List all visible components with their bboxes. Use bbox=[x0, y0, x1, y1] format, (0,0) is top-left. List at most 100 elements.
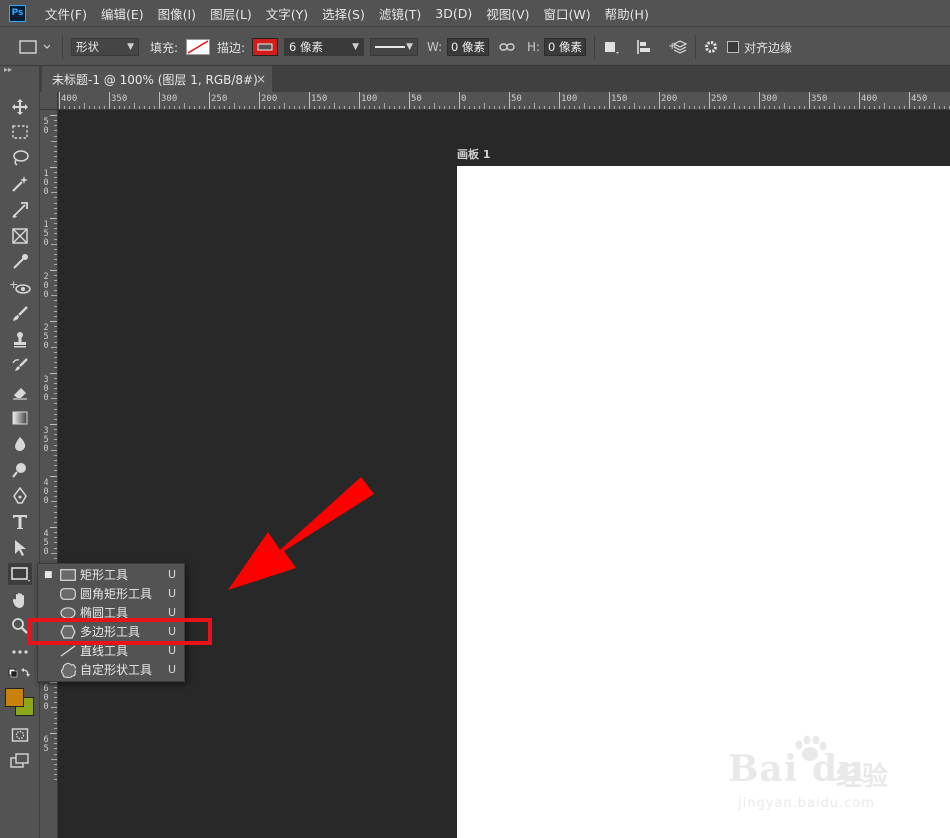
menu-help[interactable]: 帮助(H) bbox=[598, 4, 656, 23]
quick-mask-button[interactable] bbox=[8, 724, 32, 746]
history-brush-tool[interactable] bbox=[8, 355, 32, 377]
ruler-tick bbox=[359, 92, 360, 109]
chevron-down-icon: ▼ bbox=[352, 42, 359, 52]
path-operations-button[interactable] bbox=[604, 27, 620, 67]
ruler-label: 65 bbox=[43, 735, 49, 754]
width-input[interactable]: 0 像素 bbox=[447, 38, 489, 56]
menu-type[interactable]: 文字(Y) bbox=[259, 4, 315, 23]
stroke-swatch[interactable] bbox=[252, 27, 278, 67]
checkbox[interactable] bbox=[727, 41, 739, 53]
link-icon bbox=[499, 43, 515, 51]
ruler-label: 100 bbox=[561, 94, 578, 104]
menu-layer[interactable]: 图层(L) bbox=[203, 4, 259, 23]
menu-3d[interactable]: 3D(D) bbox=[428, 6, 479, 21]
marquee-tool[interactable] bbox=[8, 121, 32, 143]
photoshop-logo: Ps bbox=[9, 4, 26, 22]
width-wrap: 0 像素 bbox=[447, 27, 489, 67]
gear-icon bbox=[705, 41, 717, 53]
fill-swatch[interactable] bbox=[186, 27, 210, 67]
ruler-tick bbox=[209, 92, 210, 109]
dodge-tool[interactable] bbox=[8, 459, 32, 481]
menu-file[interactable]: 文件(F) bbox=[38, 4, 94, 23]
stroke-width-wrap: 6 像素 ▼ bbox=[284, 27, 364, 67]
hand-tool[interactable] bbox=[8, 589, 32, 611]
path-selection-tool[interactable] bbox=[8, 537, 32, 559]
ruler-tick bbox=[609, 92, 610, 109]
pen-tool[interactable] bbox=[8, 485, 32, 507]
align-edges-toggle[interactable]: 对齐边缘 bbox=[727, 27, 792, 67]
vertical-ruler[interactable]: 5010015020025030035040045050055060065 bbox=[40, 110, 58, 838]
ruler-minor-tick bbox=[234, 103, 235, 109]
document-tab[interactable]: 未标题-1 @ 100% (图层 1, RGB/8#) × bbox=[42, 66, 272, 92]
rectangle-tool[interactable] bbox=[8, 563, 32, 585]
ruler-label: 450 bbox=[911, 94, 928, 104]
healing-tool[interactable]: + bbox=[8, 277, 32, 299]
ruler-label: 100 bbox=[43, 168, 49, 197]
menu-view[interactable]: 视图(V) bbox=[479, 4, 536, 23]
baidu-jingyan-watermark: Bai du 经验 jingyan.baidu.com bbox=[728, 734, 928, 824]
menu-image[interactable]: 图像(I) bbox=[151, 4, 203, 23]
ruler-origin[interactable] bbox=[40, 92, 58, 110]
chevron-down-icon: ▼ bbox=[127, 42, 134, 52]
panel-collapse-grip[interactable]: ▸▸ bbox=[0, 66, 40, 76]
stroke-width-field[interactable]: 6 像素 ▼ bbox=[284, 38, 364, 56]
flyout-item-custom-shape[interactable]: 自定形状工具 U bbox=[38, 660, 184, 679]
flyout-item-rectangle[interactable]: ■ 矩形工具 U bbox=[38, 565, 184, 584]
foreground-color-swatch[interactable] bbox=[5, 688, 24, 707]
link-dimensions-button[interactable] bbox=[499, 27, 515, 67]
artboard-label[interactable]: 画板 1 bbox=[457, 146, 490, 162]
lasso-tool[interactable] bbox=[8, 147, 32, 169]
ruler-minor-tick bbox=[51, 398, 57, 400]
screen-mode-button[interactable] bbox=[8, 750, 32, 772]
menu-edit[interactable]: 编辑(E) bbox=[94, 4, 151, 23]
watermark-url: jingyan.baidu.com bbox=[738, 796, 875, 811]
tool-preset-picker[interactable] bbox=[14, 27, 50, 67]
screen-mode-icon bbox=[10, 753, 29, 768]
ruler-label: 150 bbox=[311, 94, 328, 104]
gradient-tool[interactable] bbox=[8, 407, 32, 429]
magic-wand-tool[interactable] bbox=[8, 173, 32, 195]
horizontal-ruler[interactable]: 400 350 300 250 200 150 100 50 0 50 100 150 200 250 30… bbox=[58, 92, 950, 110]
fill-label: 填充: bbox=[150, 40, 179, 55]
ruler-minor-tick bbox=[134, 103, 135, 109]
line-icon bbox=[60, 644, 76, 658]
clone-stamp-tool[interactable] bbox=[8, 329, 32, 351]
ruler-tick bbox=[259, 92, 260, 109]
crop-icon bbox=[12, 202, 28, 218]
height-input[interactable]: 0 像素 bbox=[544, 38, 586, 56]
ruler-tick bbox=[709, 92, 710, 109]
ruler-label: 50 bbox=[43, 117, 49, 136]
menu-window[interactable]: 窗口(W) bbox=[537, 4, 598, 23]
path-arrangement-button[interactable]: + bbox=[668, 27, 688, 67]
blur-tool[interactable] bbox=[8, 433, 32, 455]
eraser-tool[interactable] bbox=[8, 381, 32, 403]
blur-icon bbox=[15, 437, 26, 451]
shortcut-key: U bbox=[168, 568, 177, 581]
swap-colors-button[interactable] bbox=[8, 666, 32, 682]
ruler-label: 100 bbox=[361, 94, 378, 104]
crop-tool[interactable] bbox=[8, 199, 32, 221]
frame-tool[interactable] bbox=[8, 225, 32, 247]
height-label: H: bbox=[527, 40, 541, 54]
stroke-label: 描边: bbox=[217, 40, 246, 55]
brush-icon bbox=[13, 306, 28, 321]
type-tool[interactable] bbox=[8, 511, 32, 533]
flyout-item-rounded-rectangle[interactable]: 圆角矩形工具 U bbox=[38, 584, 184, 603]
settings-button[interactable] bbox=[703, 27, 719, 67]
brush-tool[interactable] bbox=[8, 303, 32, 325]
menu-select[interactable]: 选择(S) bbox=[315, 4, 372, 23]
close-icon[interactable]: × bbox=[256, 72, 266, 86]
mode-wrap: 形状 ▼ bbox=[71, 27, 139, 67]
move-tool[interactable] bbox=[8, 96, 32, 118]
rectangle-preset-icon bbox=[19, 40, 50, 54]
menu-filter[interactable]: 滤镜(T) bbox=[372, 4, 428, 23]
shape-mode-dropdown[interactable]: 形状 ▼ bbox=[71, 38, 139, 56]
path-alignment-button[interactable] bbox=[636, 27, 652, 67]
eyedropper-tool[interactable] bbox=[8, 251, 32, 273]
svg-text:+: + bbox=[9, 279, 18, 291]
gradient-icon bbox=[12, 411, 28, 425]
document-tab-bar: 未标题-1 @ 100% (图层 1, RGB/8#) × bbox=[40, 66, 950, 92]
ruler-minor-tick bbox=[51, 140, 57, 142]
stroke-type-dropdown[interactable]: ▼ bbox=[370, 38, 418, 56]
flyout-item-label: 自定形状工具 bbox=[80, 663, 153, 677]
